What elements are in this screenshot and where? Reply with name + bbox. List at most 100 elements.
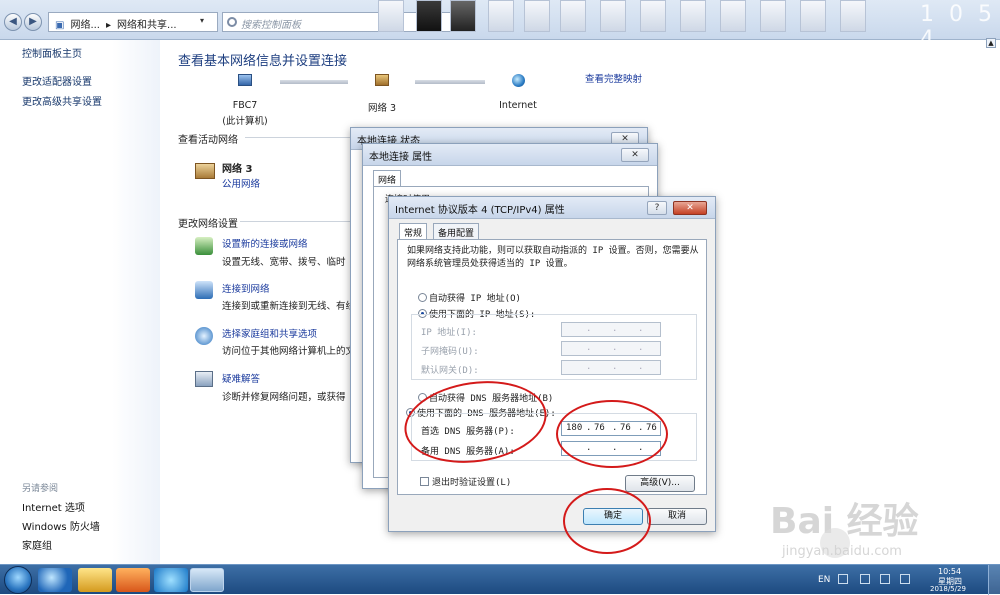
media-player-icon[interactable] bbox=[116, 568, 150, 592]
clock-date: 2018/5/29 bbox=[930, 585, 966, 593]
desktop-file-icon bbox=[378, 0, 404, 32]
taskbar: EN 10:54 星期四 2018/5/29 bbox=[0, 564, 1000, 595]
full-map-link[interactable]: 查看完整映射 bbox=[585, 71, 642, 85]
breadcrumb-item-network[interactable]: 网络... bbox=[70, 20, 100, 31]
desktop-file-icon bbox=[760, 0, 786, 32]
globe-icon bbox=[512, 74, 525, 87]
control-panel-icon: ▣ bbox=[55, 20, 65, 31]
desktop-file-icon bbox=[524, 0, 550, 32]
close-icon: ✕ bbox=[631, 150, 639, 160]
file-explorer-icon[interactable] bbox=[78, 568, 112, 592]
sidebar-item-internet-options[interactable]: Internet 选项 bbox=[22, 499, 85, 514]
connect-network-icon bbox=[195, 281, 213, 299]
desktop-file-icon bbox=[640, 0, 666, 32]
active-network-name: 网络 3 bbox=[222, 164, 253, 175]
task-troubleshoot[interactable]: 疑难解答 bbox=[222, 371, 260, 385]
troubleshoot-icon bbox=[195, 371, 213, 387]
desktop-file-icon bbox=[416, 0, 442, 32]
control-panel-taskbar-icon[interactable] bbox=[190, 568, 224, 592]
map-node-name: FBC7 bbox=[232, 100, 258, 111]
watermark-url: jingyan.baidu.com bbox=[782, 544, 902, 559]
subnet-mask-label: 子网掩码(U): bbox=[421, 347, 479, 357]
map-connector bbox=[280, 80, 348, 84]
see-also-header: 另请参阅 bbox=[22, 484, 59, 494]
search-icon bbox=[227, 17, 237, 27]
tab-network[interactable]: 网络 bbox=[373, 170, 402, 186]
active-networks-header: 查看活动网络 bbox=[178, 135, 238, 146]
map-node-name: 网络 3 bbox=[367, 103, 397, 114]
ip-address-label: IP 地址(I): bbox=[421, 328, 477, 338]
map-connector bbox=[415, 80, 485, 84]
task-description: 设置无线、宽带、拨号、临时 bbox=[222, 257, 346, 268]
help-button[interactable]: ? bbox=[647, 201, 667, 215]
close-button[interactable]: ✕ bbox=[621, 148, 649, 162]
task-connect-network[interactable]: 连接到网络 bbox=[222, 281, 270, 295]
address-bar: ◀ ▶ ▣ 网络... ▸ 网络和共享... ▾ 搜索控制面板 1 0 5 4 ▲ bbox=[0, 0, 1000, 52]
cancel-button[interactable]: 取消 bbox=[647, 508, 707, 525]
volume-icon[interactable] bbox=[900, 574, 910, 584]
annotation-circle bbox=[556, 400, 668, 468]
language-indicator[interactable]: EN bbox=[818, 575, 830, 585]
divider bbox=[245, 137, 355, 138]
help-icon: ? bbox=[654, 203, 660, 213]
computer-icon bbox=[238, 74, 252, 86]
breadcrumb-item-sharing[interactable]: 网络和共享... bbox=[117, 20, 177, 31]
task-homegroup[interactable]: 选择家庭组和共享选项 bbox=[222, 326, 317, 340]
desktop-file-icon bbox=[800, 0, 826, 32]
dhcp-description: 如果网络支持此功能，则可以获取自动指派的 IP 设置。否则，您需要从网络系统管理… bbox=[407, 246, 699, 269]
annotation-circle bbox=[563, 488, 651, 554]
clock-time[interactable]: 10:54 bbox=[938, 567, 961, 576]
task-description: 连接到或重新连接到无线、有线 bbox=[222, 301, 356, 312]
network-type-link[interactable]: 公用网络 bbox=[222, 176, 260, 190]
homegroup-icon bbox=[195, 327, 213, 345]
internet-explorer-icon[interactable] bbox=[38, 568, 72, 592]
task-description: 诊断并修复网络问题，或获得 bbox=[222, 392, 346, 403]
tab-general[interactable]: 常规 bbox=[399, 223, 428, 239]
tray-icon[interactable] bbox=[838, 574, 848, 584]
desktop-file-icon bbox=[450, 0, 476, 32]
ipv4-properties-dialog: Internet 协议版本 4 (TCP/IPv4) 属性 ? ✕ 常规 备用配… bbox=[388, 196, 716, 532]
map-node-name: Internet bbox=[499, 100, 537, 111]
task-description: 访问位于其他网络计算机上的文 bbox=[222, 346, 356, 357]
default-gateway-field[interactable]: ... bbox=[561, 360, 661, 375]
desktop-file-icon bbox=[600, 0, 626, 32]
desktop-file-icon bbox=[488, 0, 514, 32]
desktop-file-icon bbox=[720, 0, 746, 32]
auto-ip-radio[interactable] bbox=[418, 293, 427, 302]
close-button[interactable]: ✕ bbox=[673, 201, 707, 215]
dropdown-arrow-icon[interactable]: ▾ bbox=[200, 16, 204, 25]
map-node-sub: (此计算机) bbox=[222, 116, 268, 127]
default-gateway-label: 默认网关(D): bbox=[421, 366, 479, 376]
forward-button[interactable]: ▶ bbox=[24, 13, 42, 31]
network-tray-icon[interactable] bbox=[880, 574, 890, 584]
sidebar-item-home[interactable]: 控制面板主页 bbox=[22, 45, 82, 60]
tray-icon[interactable] bbox=[860, 574, 870, 584]
sidebar-item-advanced-sharing[interactable]: 更改高级共享设置 bbox=[22, 93, 102, 108]
task-new-connection[interactable]: 设置新的连接或网络 bbox=[222, 236, 308, 250]
ip-address-field[interactable]: ... bbox=[561, 322, 661, 337]
desktop-file-icon bbox=[840, 0, 866, 32]
sidebar-item-adapter-settings[interactable]: 更改适配器设置 bbox=[22, 73, 92, 88]
start-button[interactable] bbox=[4, 566, 32, 594]
validate-label: 退出时验证设置(L) bbox=[432, 478, 512, 488]
bench-network-icon bbox=[375, 74, 389, 86]
advanced-button[interactable]: 高级(V)... bbox=[625, 475, 695, 492]
subnet-mask-field[interactable]: ... bbox=[561, 341, 661, 356]
auto-ip-label: 自动获得 IP 地址(O) bbox=[429, 294, 521, 304]
show-desktop-button[interactable] bbox=[988, 565, 1000, 595]
desktop-file-icon bbox=[680, 0, 706, 32]
new-connection-icon bbox=[195, 237, 213, 255]
change-settings-header: 更改网络设置 bbox=[178, 219, 238, 230]
bench-network-icon bbox=[195, 163, 215, 179]
tab-alternate-config[interactable]: 备用配置 bbox=[433, 223, 480, 239]
properties-window-title: 本地连接 属性 bbox=[363, 144, 657, 166]
back-button[interactable]: ◀ bbox=[4, 13, 22, 31]
sidebar-item-firewall[interactable]: Windows 防火墙 bbox=[22, 518, 100, 533]
app-icon[interactable] bbox=[154, 568, 188, 592]
sidebar-item-homegroup[interactable]: 家庭组 bbox=[22, 537, 52, 552]
page-title: 查看基本网络信息并设置连接 bbox=[178, 54, 348, 69]
validate-checkbox[interactable] bbox=[420, 477, 429, 486]
scroll-up-icon[interactable]: ▲ bbox=[986, 38, 996, 48]
breadcrumb[interactable]: ▣ 网络... ▸ 网络和共享... bbox=[48, 12, 218, 32]
desktop-file-icon bbox=[560, 0, 586, 32]
